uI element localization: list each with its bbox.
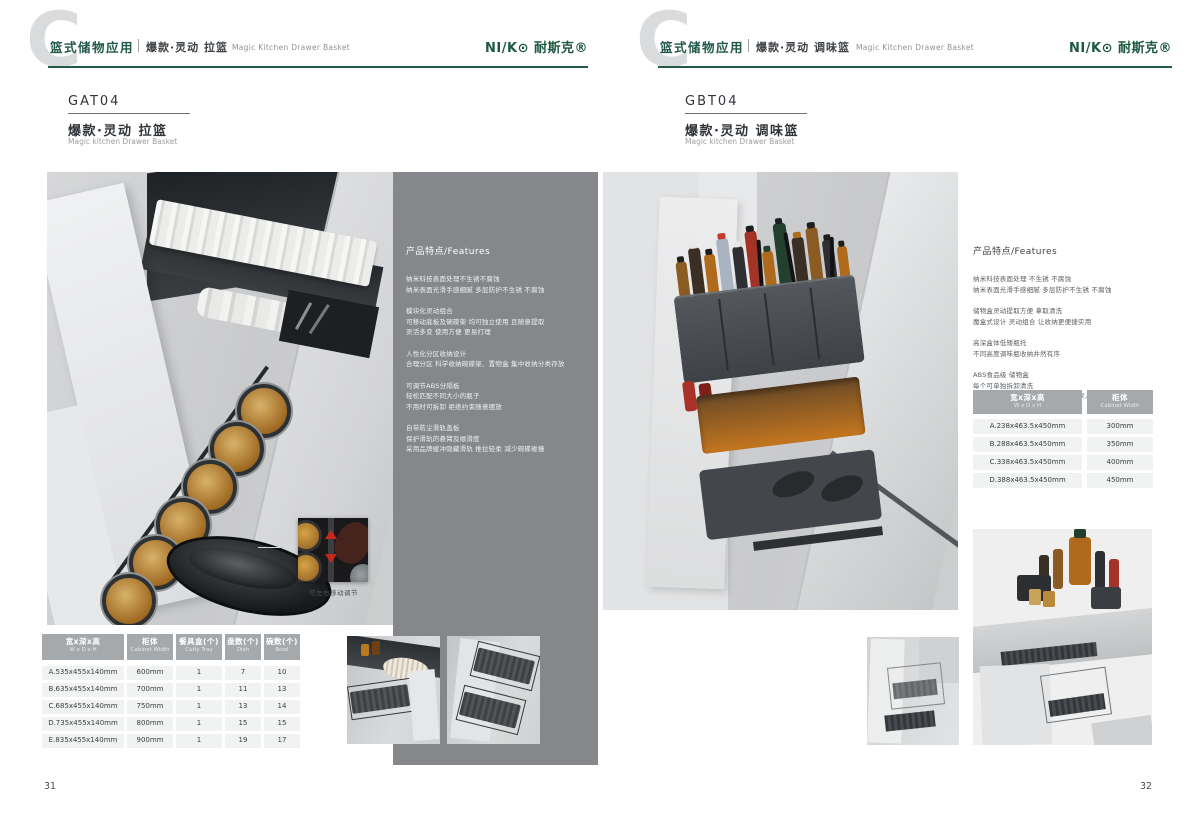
features-left: 产品特点/Features 纳米科技表面处理不生锈不腐蚀 纳米表面光滑手感细腻 … xyxy=(406,244,588,466)
col-header: 盘数(个)Dish xyxy=(225,634,261,660)
model-underline xyxy=(685,113,807,114)
header-divider xyxy=(138,39,139,52)
feature-block: 模块化灵动组合 可移动底板及碗碟架 均可独立使用 且随意提取 灵活多变 使用方便… xyxy=(406,306,588,338)
features-title: 产品特点/Features xyxy=(973,244,1168,257)
header-category: 篮式储物应用 xyxy=(660,37,744,56)
feature-block: 高深盒体低矮瓶托 不同高度调味瓶收纳井然有序 xyxy=(973,338,1168,359)
table-row: B.288x463.5x450mm 350mm xyxy=(973,437,1153,452)
feature-block: 储物盒灵动提取方便 拿取清洗 魔盒式设计 灵动组合 让收纳更便捷实用 xyxy=(973,306,1168,327)
spec-table-left: 宽x深x高W x D x H 柜体Cabinet Width 餐具盒(个)Cut… xyxy=(42,634,300,748)
header-category: 篮式储物应用 xyxy=(50,37,134,56)
wire-frame xyxy=(347,678,415,721)
header-series: 爆款·灵动 调味篮 xyxy=(756,39,850,55)
drawer-front xyxy=(1091,715,1152,745)
inset-leader-line xyxy=(258,547,298,548)
jar xyxy=(361,644,369,656)
spec-table-right: 宽x深x高W x D x H 柜体Cabinet Width A.238x463… xyxy=(973,390,1153,488)
table-row: D.388x463.5x450mm 450mm xyxy=(973,473,1153,488)
spice-basket xyxy=(673,273,892,544)
col-header: 宽x深x高W x D x H xyxy=(973,390,1082,414)
feature-block: 人性化分区收纳设计 合理分区 科学收纳碗碟架、置物盒 集中收纳分类存放 xyxy=(406,349,588,370)
col-header: 宽x深x高W x D x H xyxy=(42,634,124,660)
basket-tier-2 xyxy=(696,377,866,455)
rail xyxy=(328,518,334,582)
page-number-right: 32 xyxy=(1140,781,1152,792)
pot-rim xyxy=(350,564,368,582)
features-title: 产品特点/Features xyxy=(406,244,588,257)
bottle xyxy=(1053,549,1063,589)
inset-caption: 可左右移动调节 xyxy=(286,587,381,597)
canister xyxy=(298,552,322,582)
brand-logo: NI/K⊙ 耐斯克® xyxy=(1044,37,1172,56)
main-photo-right xyxy=(603,172,958,610)
jar xyxy=(372,641,380,655)
bottle xyxy=(1095,551,1105,589)
oil-bottle xyxy=(1069,537,1091,585)
product-name-en: Magic kitchen Drawer Basket xyxy=(68,137,177,146)
utensil-handle xyxy=(830,237,835,281)
header-rule xyxy=(48,66,588,68)
feature-block: 可调节ABS分隔板 轻松匹配不同大小的瓶子 不用时可拆卸 拒绝约束随意摆放 xyxy=(406,381,588,413)
feature-block: 自带防尘滑轨盖板 保护滑轨的悬臂及顺滑度 采用品牌缓冲隐藏滑轨 推拉轻柔 减少碗… xyxy=(406,423,588,455)
features-right: 产品特点/Features 纳米科技表面处理 不生锈 不腐蚀 纳米表面光滑手感细… xyxy=(973,244,1168,413)
col-header: 柜体Cabinet Width xyxy=(1087,390,1153,414)
canister xyxy=(298,520,322,552)
table-row: B.635x455x140mm 700mm 1 11 13 xyxy=(42,683,300,697)
jar xyxy=(1043,591,1055,607)
feature-block: 纳米科技表面处理 不生锈 不腐蚀 纳米表面光滑手感细腻 多层防护不生锈 不腐蚀 xyxy=(973,274,1168,295)
table-row: C.338x463.5x450mm 400mm xyxy=(973,455,1153,470)
col-header: 餐具盒(个)Cutly Tray xyxy=(176,634,222,660)
header-divider xyxy=(748,39,749,52)
table-row: E.835x455x140mm 900mm 1 19 17 xyxy=(42,734,300,748)
table-row: C.685x455x140mm 750mm 1 13 14 xyxy=(42,700,300,714)
countertop xyxy=(973,606,1152,674)
header-series-en: Magic Kitchen Drawer Basket xyxy=(232,43,350,52)
jar xyxy=(1029,589,1041,605)
thumb-photo-right-2 xyxy=(973,529,1152,745)
utensil-box xyxy=(1091,587,1121,609)
header-rule xyxy=(658,66,1172,68)
catalog-spread: C 篮式储物应用 爆款·灵动 拉篮 Magic Kitchen Drawer B… xyxy=(0,0,1200,820)
brand-logo: NI/K⊙ 耐斯克® xyxy=(460,37,588,56)
header-series: 爆款·灵动 拉篮 xyxy=(146,39,228,55)
feature-block: 纳米科技表面处理不生锈不腐蚀 纳米表面光滑手感细腻 多层防护不生锈 不腐蚀 xyxy=(406,274,588,295)
col-header: 柜体Cabinet Width xyxy=(127,634,173,660)
thumb-photo-right-1 xyxy=(867,637,959,745)
header-series-en: Magic Kitchen Drawer Basket xyxy=(856,43,974,52)
cabinet-panel xyxy=(409,669,440,741)
canister xyxy=(102,574,156,625)
thumb-photo-left-1 xyxy=(347,636,440,744)
table-row: D.735x455x140mm 800mm 1 15 15 xyxy=(42,717,300,731)
product-name-en: Magic kitchen Drawer Basket xyxy=(685,137,794,146)
col-header: 碗数(个)Bowl xyxy=(264,634,300,660)
table-row: A.238x463.5x450mm 300mm xyxy=(973,419,1153,434)
model-code: GBT04 xyxy=(685,94,738,109)
detail-inset-photo xyxy=(298,518,368,582)
model-code: GAT04 xyxy=(68,94,120,109)
sauce-bottle xyxy=(682,381,698,412)
page-number-left: 31 xyxy=(44,781,56,792)
thumb-photo-left-2 xyxy=(447,636,540,744)
table-row: A.535x455x140mm 600mm 1 7 10 xyxy=(42,666,300,680)
model-underline xyxy=(68,113,190,114)
